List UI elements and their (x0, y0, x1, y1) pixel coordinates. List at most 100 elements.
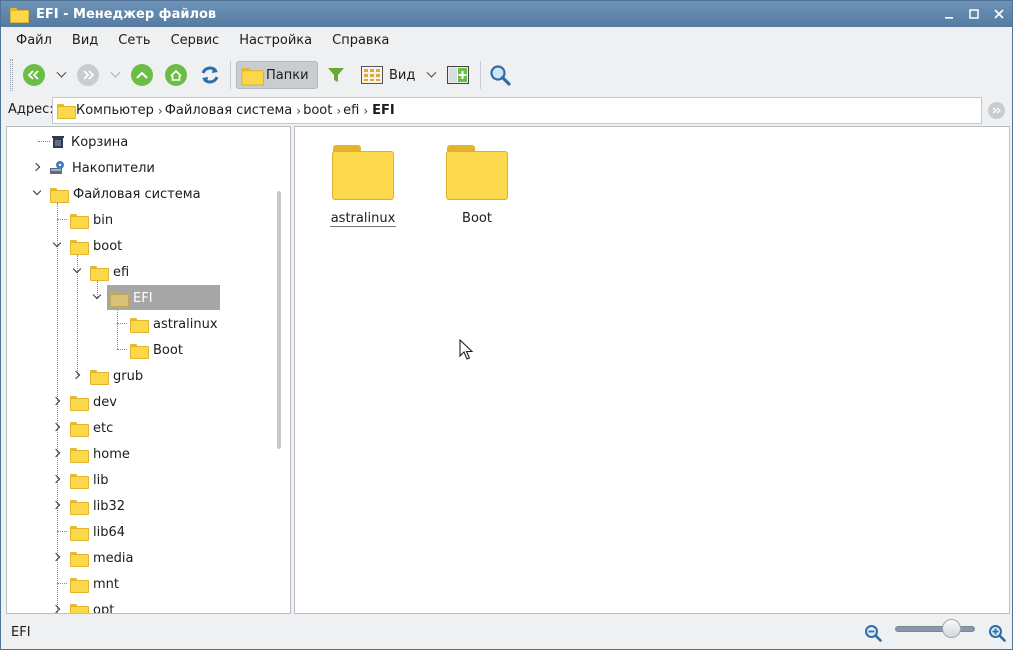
folders-label: Папки (266, 67, 309, 83)
expand-arrow-icon[interactable] (71, 370, 81, 380)
tree-item-opt[interactable]: opt (70, 598, 114, 613)
view-mode-button[interactable]: Вид (358, 61, 416, 89)
zoom-slider-track[interactable] (895, 626, 975, 632)
tree-item-home[interactable]: home (70, 442, 130, 466)
address-label: Адрес: (8, 102, 54, 117)
toolbar-grip[interactable] (10, 59, 13, 91)
crumb-boot[interactable]: boot (303, 103, 332, 118)
expand-arrow-icon[interactable] (51, 604, 61, 613)
tree-item-dev[interactable]: dev (70, 390, 117, 414)
expand-arrow-icon[interactable] (51, 396, 61, 406)
preview-pane-button[interactable] (446, 61, 470, 89)
file-list-view[interactable]: astralinux Boot (294, 126, 1010, 614)
tree-item-lib[interactable]: lib (70, 468, 108, 492)
tree-item-efi[interactable]: efi (90, 260, 129, 284)
expand-arrow-icon[interactable] (51, 474, 61, 484)
menu-settings[interactable]: Настройка (229, 28, 322, 54)
tree-item-filesystem[interactable]: Файловая система (50, 182, 201, 206)
folder-item-astralinux[interactable]: astralinux (313, 145, 413, 227)
toolbar-separator (480, 61, 481, 89)
crumb-efi[interactable]: efi (343, 103, 359, 118)
crumb-current[interactable]: EFI (372, 103, 395, 118)
up-button[interactable] (130, 61, 154, 89)
filter-button[interactable] (324, 61, 348, 89)
crumb-separator-icon: › (363, 103, 369, 118)
tree-item-efi-selected[interactable]: EFI (110, 286, 153, 310)
maximize-icon (969, 9, 979, 19)
preview-pane-icon (447, 66, 469, 84)
folder-icon (70, 499, 89, 515)
file-manager-window: EFI - Менеджер файлов Файл Вид Сеть Серв… (0, 0, 1013, 650)
tree-item-trash[interactable]: Корзина (51, 130, 128, 154)
expand-arrow-icon[interactable] (51, 448, 61, 458)
folder-app-icon (10, 7, 29, 23)
tree-item-boot-sub[interactable]: Boot (130, 338, 183, 362)
collapse-arrow-icon[interactable] (92, 290, 102, 300)
tree-item-media[interactable]: media (70, 546, 134, 570)
address-go-button[interactable] (988, 102, 1005, 119)
folder-icon (70, 525, 89, 541)
crumb-computer[interactable]: Компьютер (76, 103, 154, 118)
menu-view[interactable]: Вид (62, 28, 108, 54)
folder-icon (70, 421, 89, 437)
tree-item-lib32[interactable]: lib32 (70, 494, 125, 518)
expand-arrow-icon[interactable] (51, 500, 61, 510)
tree-item-astralinux[interactable]: astralinux (130, 312, 218, 336)
crumb-separator-icon: › (296, 103, 302, 118)
folder-icon (446, 145, 508, 200)
minimize-button[interactable] (936, 1, 962, 27)
tree-item-grub[interactable]: grub (90, 364, 143, 388)
zoom-out-icon[interactable] (864, 624, 882, 642)
tree-item-lib64[interactable]: lib64 (70, 520, 125, 544)
close-button[interactable] (986, 1, 1012, 27)
chevron-down-icon (426, 67, 436, 78)
expand-arrow-icon[interactable] (51, 422, 61, 432)
search-button[interactable] (488, 61, 512, 89)
folder-icon (70, 239, 89, 255)
back-button[interactable] (22, 61, 46, 89)
menu-network[interactable]: Сеть (108, 28, 160, 54)
forward-history-dropdown[interactable] (108, 65, 122, 85)
filter-icon (328, 68, 344, 82)
menu-help[interactable]: Справка (322, 28, 399, 54)
tree-item-bin[interactable]: bin (70, 208, 113, 232)
crumb-separator-icon: › (157, 103, 163, 118)
folder-item-boot[interactable]: Boot (427, 145, 527, 226)
window-title: EFI - Менеджер файлов (36, 6, 217, 22)
menu-bar: Файл Вид Сеть Сервис Настройка Справка (1, 28, 1012, 54)
refresh-button[interactable] (198, 61, 222, 89)
home-button[interactable] (164, 61, 188, 89)
collapse-arrow-icon[interactable] (52, 238, 62, 248)
toolbar: Папки Вид (1, 56, 1012, 94)
tree-line (57, 531, 67, 532)
folders-toggle-button[interactable]: Папки (236, 61, 318, 89)
expand-arrow-icon[interactable] (31, 162, 41, 172)
folder-tree[interactable]: Корзина Накопители Файловая система bin … (6, 126, 291, 614)
menu-service[interactable]: Сервис (161, 28, 230, 54)
tree-item-boot[interactable]: boot (70, 234, 122, 258)
address-breadcrumb[interactable]: Компьютер › Файловая система › boot › ef… (52, 97, 982, 124)
menu-file[interactable]: Файл (6, 28, 62, 54)
back-history-dropdown[interactable] (54, 65, 68, 85)
home-icon (165, 64, 187, 86)
maximize-button[interactable] (961, 1, 987, 27)
title-bar[interactable]: EFI - Менеджер файлов (1, 1, 1012, 27)
status-text: EFI (11, 625, 31, 640)
zoom-in-icon[interactable] (988, 624, 1006, 642)
folder-icon (50, 187, 69, 203)
tree-scrollbar[interactable] (277, 191, 281, 449)
tree-item-drives[interactable]: Накопители (49, 156, 155, 180)
view-mode-dropdown[interactable] (424, 65, 438, 85)
view-label: Вид (389, 67, 416, 83)
forward-button[interactable] (76, 61, 100, 89)
tree-item-mnt[interactable]: mnt (70, 572, 119, 596)
crumb-filesystem[interactable]: Файловая система (165, 103, 293, 118)
collapse-arrow-icon[interactable] (72, 264, 82, 274)
go-icon (992, 107, 1001, 114)
tree-item-etc[interactable]: etc (70, 416, 113, 440)
collapse-arrow-icon[interactable] (32, 186, 42, 196)
icon-grid-view-icon (361, 66, 383, 84)
expand-arrow-icon[interactable] (51, 552, 61, 562)
folder-icon (70, 447, 89, 463)
zoom-slider-thumb[interactable] (941, 619, 961, 638)
